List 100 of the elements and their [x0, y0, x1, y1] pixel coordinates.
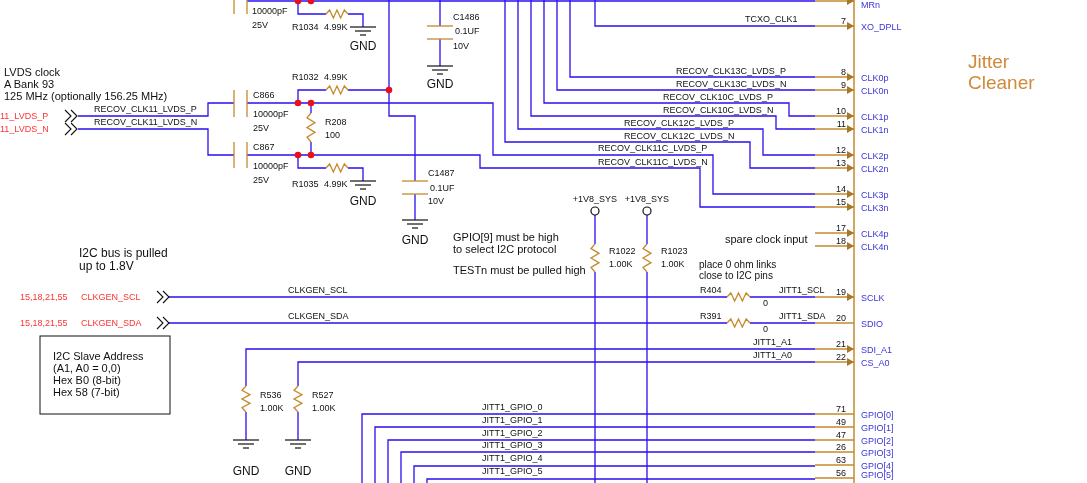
pin-name: CLK3n: [861, 203, 889, 213]
component-designator: R208: [325, 117, 347, 127]
pin-number: 7: [841, 16, 846, 26]
ground-symbol-icon: [401, 219, 429, 229]
input-pin-arrow: [814, 22, 855, 30]
input-pin-arrow: [814, 203, 855, 211]
component-value: 10000pF: [252, 6, 288, 16]
resistor-symbol: [726, 317, 751, 329]
component-designator: R391: [700, 311, 722, 321]
resistor-symbol: [240, 385, 252, 413]
pin-line: [814, 439, 855, 441]
pin-number: 9: [841, 80, 846, 90]
ground-symbol-icon: [349, 26, 377, 36]
pin-name: CLK4p: [861, 229, 889, 239]
offpage-connector-icon: [64, 122, 78, 136]
ground-label: GND: [426, 77, 454, 91]
offpage-signal-name: CLKGEN_SDA: [81, 318, 142, 328]
offpage-signal-name: 11_LVDS_N: [0, 124, 49, 134]
component-value: 0.1UF: [455, 26, 480, 36]
pin-name: SDI_A1: [861, 345, 893, 355]
junction-dot: [385, 86, 393, 94]
ground-symbol-icon: [232, 439, 260, 449]
junction-dot: [307, 99, 315, 107]
annotation-note: GPIO[9] must be high to select I2C protocol: [453, 231, 559, 255]
voltage-rating: 25V: [253, 123, 269, 133]
pin-name: SDIO: [861, 319, 883, 329]
pin-number: 20: [836, 313, 846, 323]
pin-number: 21: [836, 339, 846, 349]
ground-label: GND: [232, 464, 260, 478]
capacitor-symbol: [233, 0, 248, 15]
input-pin-arrow: [814, 73, 855, 81]
wire: [749, 296, 816, 298]
power-label: +1V8_SYS: [624, 194, 670, 204]
net-label: JITT1_GPIO_1: [482, 415, 543, 425]
pin-number: 56: [836, 468, 846, 478]
pin-number: 26: [836, 442, 846, 452]
pin-number: 22: [836, 352, 846, 362]
component-value: 4.99K: [324, 179, 348, 189]
component-designator: R1035: [292, 179, 319, 189]
component-value: 4.99K: [324, 72, 348, 82]
ground-symbol-icon: [349, 180, 377, 190]
pin-name: GPIO[1]: [861, 423, 894, 433]
input-pin-arrow: [814, 293, 855, 301]
pin-number: 13: [836, 158, 846, 168]
component-designator: R1032: [292, 72, 319, 82]
resistor-symbol: [325, 8, 349, 20]
pin-name: GPIO[5]: [861, 470, 894, 480]
wire: [646, 214, 648, 245]
input-pin-arrow: [814, 345, 855, 353]
pin-name: CLK4n: [861, 242, 889, 252]
pin-name: CLK0p: [861, 73, 889, 83]
ground-label: GND: [401, 233, 429, 247]
net-label: JITT1_GPIO_5: [482, 466, 543, 476]
offpage-signal-name: CLKGEN_SCL: [81, 292, 141, 302]
component-value: 1.00K: [312, 403, 336, 413]
power-label: +1V8_SYS: [572, 194, 618, 204]
wire: [594, 214, 596, 245]
wire: [297, 411, 299, 441]
annotation-note: spare clock input: [725, 233, 808, 245]
input-pin-arrow: [814, 358, 855, 366]
input-pin-arrow: [814, 112, 855, 120]
net-label: JITT1_GPIO_3: [482, 440, 543, 450]
component-value: 10000pF: [253, 109, 289, 119]
chip-title: Jitter Cleaner: [968, 51, 1035, 93]
pin-name: CLK1n: [861, 125, 889, 135]
net-label: JITT1_A1: [753, 337, 792, 347]
junction-dot: [294, 99, 302, 107]
pin-name: GPIO[2]: [861, 436, 894, 446]
component-designator: C1487: [428, 168, 455, 178]
pin-line: [814, 451, 855, 453]
power-terminal-icon: [590, 206, 600, 216]
pin-number: 8: [841, 67, 846, 77]
ground-symbol-icon: [426, 65, 454, 75]
pin-number: 12: [836, 145, 846, 155]
net-label: CLKGEN_SDA: [288, 311, 349, 321]
component-designator: C866: [253, 90, 275, 100]
component-designator: R536: [260, 390, 282, 400]
pin-name: GPIO[3]: [861, 448, 894, 458]
pin-name: CLK2n: [861, 164, 889, 174]
net-label: RECOV_CLK11_LVDS_P: [94, 104, 197, 114]
pin-number: 17: [836, 223, 846, 233]
ground-label: GND: [284, 464, 312, 478]
component-value: 0.1UF: [430, 183, 455, 193]
pin-number: 71: [836, 404, 846, 414]
pin-name: XO_DPLL: [861, 22, 902, 32]
pin-name: CS_A0: [861, 358, 890, 368]
capacitor-symbol: [233, 141, 248, 169]
component-value: 0: [763, 324, 768, 334]
address-note: I2C Slave Address (A1, A0 = 0,0) Hex B0 (8-bit) Hex 58 (7-bit): [53, 350, 144, 398]
component-designator: C867: [253, 142, 275, 152]
input-pin-arrow: [814, 151, 855, 159]
pin-number: 15: [836, 197, 846, 207]
input-pin-arrow: [814, 229, 855, 237]
net-label: JITT1_A0: [753, 350, 792, 360]
input-pin-arrow: [814, 164, 855, 172]
net-label: JITT1_SCL: [779, 285, 825, 295]
wire: [439, 38, 441, 67]
capacitor-symbol: [233, 89, 248, 118]
pin-name: GPIO[4]: [861, 461, 894, 471]
pin-name: CLK2p: [861, 151, 889, 161]
